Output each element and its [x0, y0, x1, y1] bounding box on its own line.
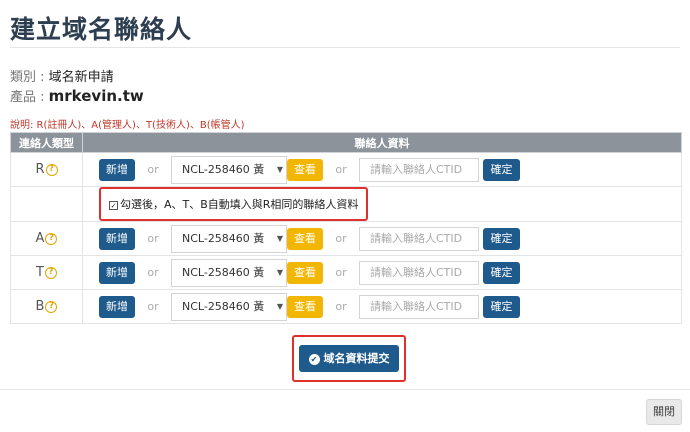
table-header-row: 連絡人類型 聯絡人資料: [10, 132, 682, 153]
view-contact-button[interactable]: 查看: [287, 261, 323, 284]
meta-product-row: 產品 : mrkevin.tw: [10, 86, 144, 105]
or-text: or: [335, 266, 347, 279]
contact-select[interactable]: NCL-258460 黃 ▼: [171, 155, 287, 184]
view-contact-button[interactable]: 查看: [287, 158, 323, 181]
type-label: A: [35, 231, 45, 246]
table-row-b: B? 新增 or NCL-258460 黃 ▼ 查看 or 請輸入聯絡人CTID 確定: [10, 289, 682, 324]
col-header-type: 連絡人類型: [10, 132, 83, 153]
ops-cell-t: 新增 or NCL-258460 黃 ▼ 查看 or 請輸入聯絡人CTID 確定: [82, 255, 682, 290]
or-text: or: [147, 232, 159, 245]
or-text: or: [147, 163, 159, 176]
type-cell-r: R?: [10, 152, 83, 187]
close-button[interactable]: 關閉: [646, 399, 682, 425]
confirm-button[interactable]: 確定: [483, 227, 520, 250]
ctid-input[interactable]: 請輸入聯絡人CTID: [359, 226, 479, 251]
or-text: or: [335, 163, 347, 176]
type-cell-b: B?: [10, 289, 83, 324]
ops-cell-a: 新增 or NCL-258460 黃 ▼ 查看 or 請輸入聯絡人CTID 確定: [82, 221, 682, 256]
type-cell-t: T?: [10, 255, 83, 290]
autofill-checkbox[interactable]: ✓: [109, 200, 118, 210]
autofill-cell: ✓ 勾選後，A、T、B自動填入與R相同的聯絡人資料: [82, 186, 682, 222]
title-divider: [10, 47, 680, 48]
table-row-r: R? 新增 or NCL-258460 黃 ▼ 查看 or 請輸入聯絡人CTID 確定: [10, 152, 682, 187]
contact-select[interactable]: NCL-258460 黃 ▼: [171, 292, 287, 321]
help-icon[interactable]: ?: [45, 300, 58, 313]
contacts-table: 連絡人類型 聯絡人資料 R? 新增 or NCL-258460 黃 ▼ 查看 or 請輸入聯…: [10, 132, 682, 324]
autofill-highlight[interactable]: ✓ 勾選後，A、T、B自動填入與R相同的聯絡人資料: [99, 187, 369, 221]
meta-product-value: mrkevin.tw: [48, 87, 144, 105]
chevron-down-icon: ▼: [274, 156, 283, 183]
ctid-input[interactable]: 請輸入聯絡人CTID: [359, 260, 479, 285]
chevron-down-icon: ▼: [274, 259, 283, 286]
chevron-down-icon: ▼: [274, 293, 283, 320]
or-text: or: [147, 300, 159, 313]
meta-type-row: 類別 : 域名新申請: [10, 66, 114, 85]
add-contact-button[interactable]: 新增: [99, 227, 135, 250]
contact-select-value: NCL-258460 黃: [182, 231, 265, 245]
contact-select-value: NCL-258460 黃: [182, 265, 265, 279]
autofill-empty-cell: [10, 186, 83, 222]
ops-cell-b: 新增 or NCL-258460 黃 ▼ 查看 or 請輸入聯絡人CTID 確定: [82, 289, 682, 324]
submit-domain-button[interactable]: ✔ 域名資料提交: [299, 345, 399, 372]
submit-highlight: ✔ 域名資料提交: [292, 335, 406, 382]
view-contact-button[interactable]: 查看: [287, 295, 323, 318]
table-row-a: A? 新增 or NCL-258460 黃 ▼ 查看 or 請輸入聯絡人CTID 確定: [10, 221, 682, 256]
meta-type-label: 類別 :: [10, 70, 49, 85]
or-text: or: [335, 300, 347, 313]
confirm-button[interactable]: 確定: [483, 261, 520, 284]
chevron-down-icon: ▼: [274, 225, 283, 252]
type-cell-a: A?: [10, 221, 83, 256]
confirm-button[interactable]: 確定: [483, 158, 520, 181]
type-label: T: [36, 265, 44, 280]
help-icon[interactable]: ?: [45, 232, 58, 245]
col-header-info: 聯絡人資料: [82, 132, 682, 153]
contact-select[interactable]: NCL-258460 黃 ▼: [171, 258, 287, 287]
or-text: or: [147, 266, 159, 279]
ctid-input[interactable]: 請輸入聯絡人CTID: [359, 294, 479, 319]
view-contact-button[interactable]: 查看: [287, 227, 323, 250]
type-label: R: [35, 162, 45, 177]
submit-label: 域名資料提交: [323, 352, 390, 365]
contact-select-value: NCL-258460 黃: [182, 299, 265, 313]
page-title: 建立域名聯絡人: [10, 15, 193, 44]
meta-type-value: 域名新申請: [48, 70, 114, 85]
confirm-button[interactable]: 確定: [483, 295, 520, 318]
or-text: or: [335, 232, 347, 245]
legend-note: 說明: R(註冊人)、A(管理人)、T(技術人)、B(帳管人): [10, 120, 245, 131]
footer-divider: [0, 389, 690, 390]
contact-select-value: NCL-258460 黃: [182, 162, 265, 176]
ctid-input[interactable]: 請輸入聯絡人CTID: [359, 157, 479, 182]
type-label: B: [35, 299, 45, 314]
help-icon[interactable]: ?: [45, 163, 58, 176]
help-icon[interactable]: ?: [44, 266, 57, 279]
ops-cell-r: 新增 or NCL-258460 黃 ▼ 查看 or 請輸入聯絡人CTID 確定: [82, 152, 682, 187]
table-row-t: T? 新增 or NCL-258460 黃 ▼ 查看 or 請輸入聯絡人CTID 確定: [10, 255, 682, 290]
add-contact-button[interactable]: 新增: [99, 158, 135, 181]
add-contact-button[interactable]: 新增: [99, 261, 135, 284]
add-contact-button[interactable]: 新增: [99, 295, 135, 318]
contact-select[interactable]: NCL-258460 黃 ▼: [171, 224, 287, 253]
check-circle-icon: ✔: [308, 353, 320, 365]
autofill-row: ✓ 勾選後，A、T、B自動填入與R相同的聯絡人資料: [10, 186, 682, 222]
meta-product-label: 產品 :: [10, 90, 49, 105]
autofill-label: 勾選後，A、T、B自動填入與R相同的聯絡人資料: [120, 198, 359, 211]
